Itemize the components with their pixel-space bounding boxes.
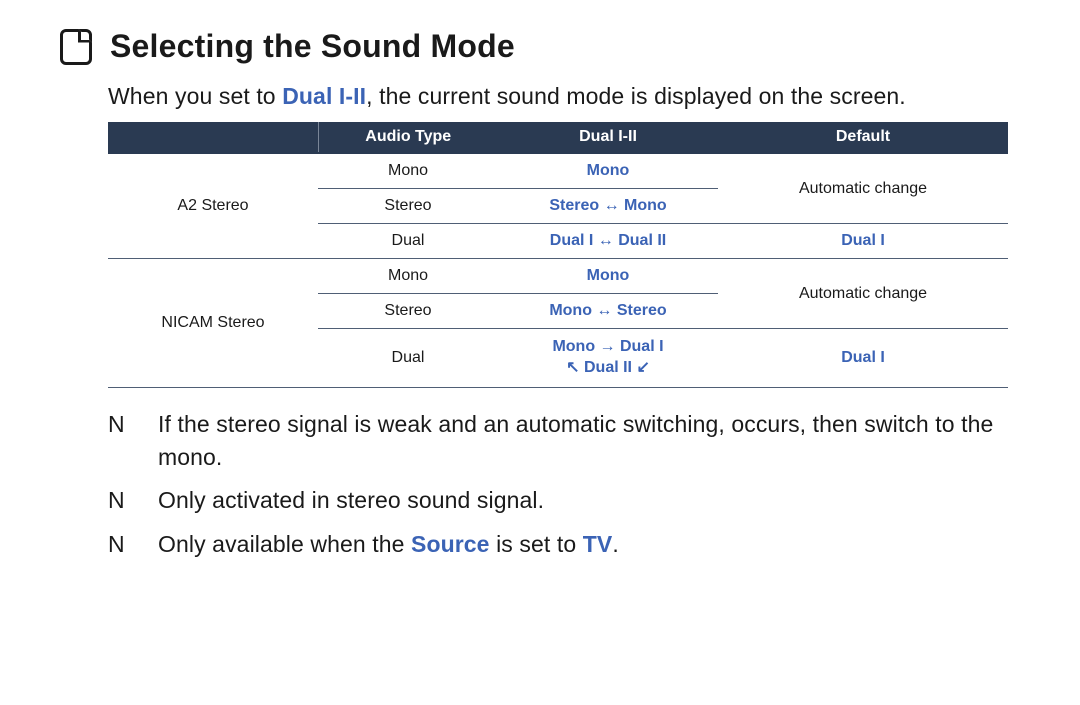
default-cell: Dual I [718,224,1008,259]
table-header-row: Audio Type Dual I-II Default [108,122,1008,153]
audio-type-cell: Mono [318,259,498,294]
th-default: Default [718,122,1008,153]
dual-cell: Mono [498,153,718,189]
notes-list: N If the stereo signal is weak and an aut… [108,408,1020,561]
dual-cell-line: ↖ Dual II ↙ [504,358,712,379]
default-cell: Dual I [718,329,1008,388]
th-dual: Dual I-II [498,122,718,153]
note-item: N If the stereo signal is weak and an aut… [108,408,1020,475]
dual-cell-text: Stereo ↔ Mono [549,197,666,214]
dual-cell: Mono [498,259,718,294]
th-category [108,122,318,153]
audio-type-cell: Mono [318,153,498,189]
category-cell: A2 Stereo [108,153,318,259]
intro-pre: When you set to [108,83,282,109]
dual-cell-line: Mono → Dual I [504,337,712,358]
page-title: Selecting the Sound Mode [110,28,515,65]
dual-cell-text: Dual I ↔ Dual II [550,232,666,249]
table-body: A2 StereoMonoMonoAutomatic changeStereoS… [108,153,1008,387]
note-bullet: N [108,528,125,561]
page-icon [60,29,92,65]
note-text: If the stereo signal is weak and an auto… [158,411,993,470]
note-bullet: N [108,408,125,441]
note-text: Only available when the [158,531,411,557]
th-audio-type: Audio Type [318,122,498,153]
note-bullet: N [108,484,125,517]
default-cell: Automatic change [718,153,1008,224]
table-row: NICAM StereoMonoMonoAutomatic change [108,259,1008,294]
sound-mode-table: Audio Type Dual I-II Default A2 StereoMo… [108,122,1008,388]
table-row: A2 StereoMonoMonoAutomatic change [108,153,1008,189]
dual-cell: Dual I ↔ Dual II [498,224,718,259]
note-text: is set to [490,531,583,557]
dual-cell: Mono → Dual I↖ Dual II ↙ [498,329,718,388]
default-cell-text: Dual I [841,232,885,249]
category-cell: NICAM Stereo [108,259,318,388]
note-text: Only activated in stereo sound signal. [158,487,544,513]
dual-cell-text: Mono ↔ Stereo [549,302,666,319]
dual-cell-text: Mono [587,267,630,284]
default-cell-text: Dual I [841,349,885,366]
audio-type-cell: Dual [318,329,498,388]
audio-type-cell: Dual [318,224,498,259]
dual-cell: Mono ↔ Stereo [498,294,718,329]
intro-paragraph: When you set to Dual I-II, the current s… [108,81,1020,112]
note-text: . [612,531,619,557]
dual-cell: Stereo ↔ Mono [498,189,718,224]
note-text: TV [583,531,613,557]
audio-type-cell: Stereo [318,294,498,329]
default-cell: Automatic change [718,259,1008,329]
intro-post: , the current sound mode is displayed on… [366,83,906,109]
title-row: Selecting the Sound Mode [60,28,1020,65]
note-item: N Only available when the Source is set t… [108,528,1020,561]
note-item: N Only activated in stereo sound signal. [108,484,1020,517]
note-text: Source [411,531,490,557]
intro-accent: Dual I-II [282,83,366,109]
audio-type-cell: Stereo [318,189,498,224]
dual-cell-text: Mono [587,162,630,179]
document-page: Selecting the Sound Mode When you set to… [0,0,1080,561]
